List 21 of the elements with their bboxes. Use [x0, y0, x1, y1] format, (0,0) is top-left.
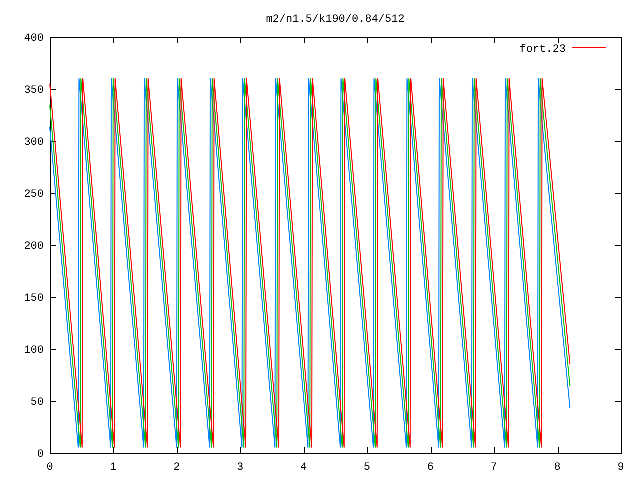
y-tick-label: 100	[24, 345, 44, 357]
y-tick-label: 300	[24, 137, 44, 149]
x-tick-label: 2	[174, 462, 180, 474]
y-tick-label: 150	[24, 293, 44, 305]
y-tick-label: 0	[37, 449, 44, 461]
x-tick-label: 6	[427, 462, 434, 474]
y-tick-label: 50	[30, 397, 44, 409]
chart-title: m2/n1.5/k190/0.84/512	[266, 14, 405, 26]
x-tick-label: 1	[110, 462, 117, 474]
y-tick-label: 350	[24, 85, 44, 97]
legend-label: fort.23	[520, 44, 566, 56]
x-tick-label: 0	[46, 462, 54, 474]
x-tick-label: 7	[490, 462, 498, 474]
x-tick-label: 8	[554, 462, 561, 474]
x-tick-label: 9	[618, 462, 624, 474]
x-tick-label: 3	[237, 462, 244, 474]
y-tick-label: 200	[24, 241, 44, 253]
y-tick-label: 400	[24, 33, 44, 45]
y-tick-label: 250	[24, 189, 44, 201]
x-tick-label: 5	[364, 462, 371, 474]
x-tick-label: 4	[300, 462, 308, 474]
